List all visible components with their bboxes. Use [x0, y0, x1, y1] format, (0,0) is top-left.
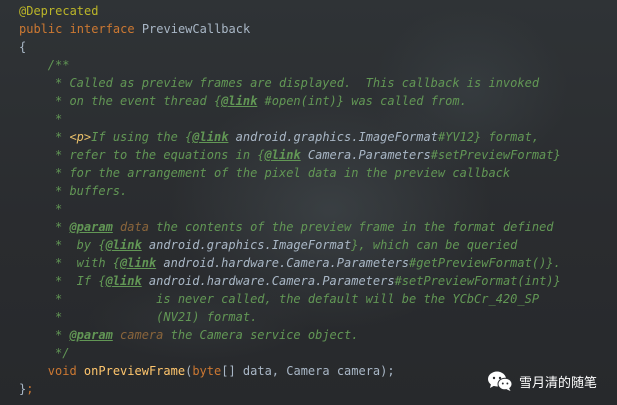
code-token: @link — [105, 238, 142, 252]
code-token: @link — [120, 256, 157, 270]
code-token: * Called as preview frames are displayed… — [55, 76, 540, 90]
code-token: /** — [47, 58, 70, 72]
code-line: * — [19, 200, 561, 218]
code-token: #setPreviewFormat} — [430, 148, 561, 162]
code-token: the contents of the preview frame in the… — [148, 220, 554, 234]
code-token: void — [47, 364, 84, 378]
code-line: * If {@link android.hardware.Camera.Para… — [19, 272, 561, 290]
code-token: { — [19, 40, 27, 54]
code-token: * If { — [55, 274, 106, 288]
code-token: @param — [69, 220, 113, 234]
code-token: PreviewCallback — [141, 22, 251, 36]
code-line: @Deprecated — [19, 2, 561, 20]
code-token: @link — [264, 148, 301, 162]
code-token: */ — [55, 346, 70, 360]
code-token: * buffers. — [55, 184, 128, 198]
code-token: * — [55, 220, 70, 234]
code-token: Camera.Parameters — [300, 148, 431, 162]
code-line: }; — [19, 380, 561, 398]
code-token: the Camera service object. — [163, 328, 359, 342]
code-token: android.graphics.ImageFormat — [228, 130, 438, 144]
code-token: <p> — [69, 130, 92, 144]
code-line: * on the event thread {@link #open(int)}… — [19, 92, 561, 110]
code-token: android.hardware.Camera.Parameters — [141, 274, 395, 288]
code-token: #getPreviewFormat()}. — [409, 256, 561, 270]
code-token: [] data, Camera camera); — [221, 364, 395, 378]
code-token: } was called from. — [336, 94, 467, 108]
code-token: @link — [192, 130, 229, 144]
code-line: /** — [19, 56, 561, 74]
code-line: * Called as preview frames are displayed… — [19, 74, 561, 92]
code-line: { — [19, 38, 561, 56]
code-token: android.hardware.Camera.Parameters — [156, 256, 410, 270]
code-line: * @param camera the Camera service objec… — [19, 326, 561, 344]
code-token: * for the arrangement of the pixel data … — [55, 166, 511, 180]
code-token: * (NV21) format. — [55, 310, 258, 324]
code-token: * by { — [55, 238, 106, 252]
watermark-text: 雪月清的随笔 — [518, 375, 597, 391]
code-token: @link — [105, 274, 142, 288]
code-line: * for the arrangement of the pixel data … — [19, 164, 561, 182]
code-line: */ — [19, 344, 561, 362]
code-token: * — [55, 130, 70, 144]
code-token: * refer to the equations in { — [55, 148, 265, 162]
code-token: ; — [26, 382, 34, 396]
code-line: * — [19, 110, 561, 128]
wechat-icon — [487, 371, 513, 391]
code-line: * with {@link android.hardware.Camera.Pa… — [19, 254, 561, 272]
code-line: * <p>If using the {@link android.graphic… — [19, 128, 561, 146]
code-token: public interface — [19, 22, 142, 36]
code-token: * — [55, 112, 63, 126]
code-token: @link — [221, 94, 258, 108]
code-token: onPreviewFrame — [83, 364, 186, 378]
code-line: * @param data the contents of the previe… — [19, 218, 561, 236]
code-token: #YV12} format, — [437, 130, 540, 144]
code-token: }, which can be queried — [351, 238, 518, 252]
code-token: * — [55, 202, 63, 216]
code-token: android.graphics.ImageFormat — [141, 238, 352, 252]
code-token: #setPreviewFormat(int)} — [394, 274, 561, 288]
code-token: camera — [112, 328, 164, 342]
code-token: @Deprecated — [19, 4, 99, 18]
code-editor[interactable]: @Deprecated public interface PreviewCallb… — [19, 2, 561, 398]
code-token: #open(int) — [257, 94, 337, 108]
code-token: byte — [192, 364, 222, 378]
code-token: * — [55, 328, 70, 342]
code-line: * by {@link android.graphics.ImageFormat… — [19, 236, 561, 254]
code-token: * with { — [55, 256, 121, 270]
code-token: * is never called, the default will be t… — [55, 292, 540, 306]
code-line: public interface PreviewCallback — [19, 20, 561, 38]
code-line: void onPreviewFrame(byte[] data, Camera … — [19, 362, 561, 380]
code-line: * refer to the equations in {@link Camer… — [19, 146, 561, 164]
code-token: * on the event thread { — [55, 94, 222, 108]
code-token: If using the { — [91, 130, 193, 144]
code-line: * is never called, the default will be t… — [19, 290, 561, 308]
code-token: @param — [69, 328, 113, 342]
code-token: data — [112, 220, 149, 234]
code-line: * buffers. — [19, 182, 561, 200]
watermark: 雪月清的随笔 — [487, 370, 597, 392]
code-line: * (NV21) format. — [19, 308, 561, 326]
